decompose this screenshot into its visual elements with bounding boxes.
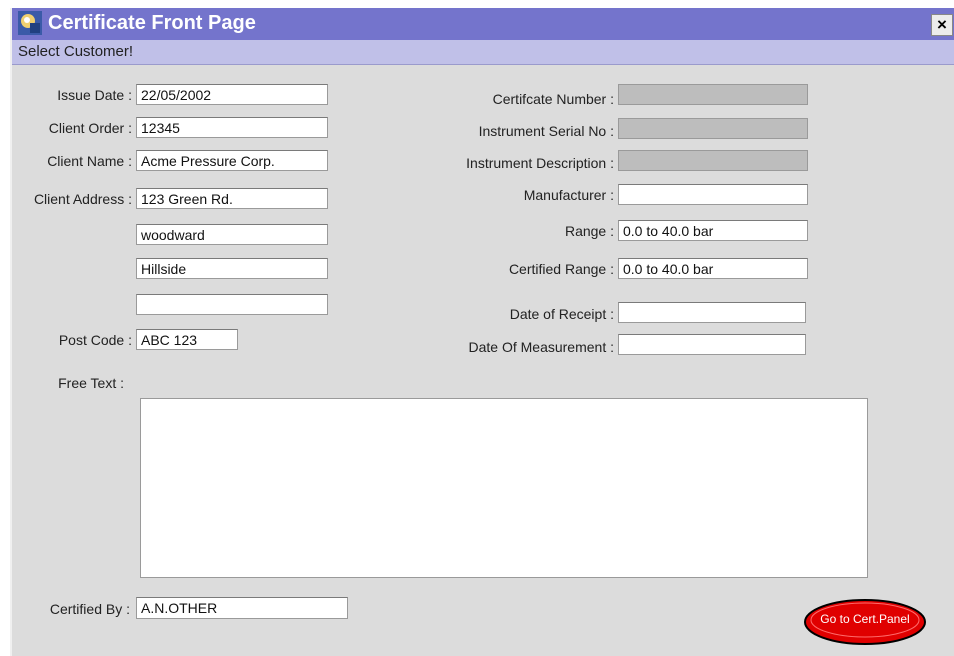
certificate-number-field [618,84,808,105]
manufacturer-label: Manufacturer : [523,187,614,203]
close-icon[interactable]: × [931,14,953,36]
certified-by-field[interactable]: A.N.OTHER [136,597,348,619]
certified-range-field[interactable]: 0.0 to 40.0 bar [618,258,808,279]
client-address-label: Client Address : [33,191,132,207]
select-customer-link[interactable]: Select Customer! [18,43,133,60]
post-code-label: Post Code : [58,332,132,348]
client-address-line-2[interactable]: woodward [136,224,328,245]
app-icon [18,11,42,35]
instrument-serial-field [618,118,808,139]
free-text-label: Free Text : [58,375,124,391]
range-label: Range : [564,223,614,239]
window-title: Certificate Front Page [48,12,256,34]
client-order-field[interactable]: 12345 [136,117,328,138]
issue-date-field[interactable]: 22/05/2002 [136,84,328,105]
go-to-cert-panel-button[interactable]: Go to Cert.Panel [802,598,928,646]
date-of-receipt-label: Date of Receipt : [509,306,614,322]
client-name-field[interactable]: Acme Pressure Corp. [136,150,328,171]
free-text-area[interactable] [140,398,868,578]
manufacturer-field[interactable] [618,184,808,205]
client-address-line-4[interactable] [136,294,328,315]
instrument-description-field [618,150,808,171]
date-of-measurement-field[interactable] [618,334,806,355]
certificate-window: Certificate Front Page × Select Customer… [10,8,954,656]
title-bar[interactable]: Certificate Front Page × [12,8,954,40]
menu-bar: Select Customer! [12,40,954,65]
certified-by-label: Certified By : [49,601,130,617]
client-address-line-1[interactable]: 123 Green Rd. [136,188,328,209]
issue-date-label: Issue Date : [57,87,132,103]
instrument-description-label: Instrument Description : [466,155,614,171]
range-field[interactable]: 0.0 to 40.0 bar [618,220,808,241]
date-of-receipt-field[interactable] [618,302,806,323]
date-of-measurement-label: Date Of Measurement : [468,339,614,355]
client-name-label: Client Name : [47,153,132,169]
go-button-label: Go to Cert.Panel [820,612,910,626]
client-address-line-3[interactable]: Hillside [136,258,328,279]
instrument-serial-label: Instrument Serial No : [478,123,614,139]
client-order-label: Client Order : [48,120,132,136]
certificate-number-label: Certifcate Number : [492,91,614,107]
post-code-field[interactable]: ABC 123 [136,329,238,350]
certified-range-label: Certified Range : [508,261,614,277]
